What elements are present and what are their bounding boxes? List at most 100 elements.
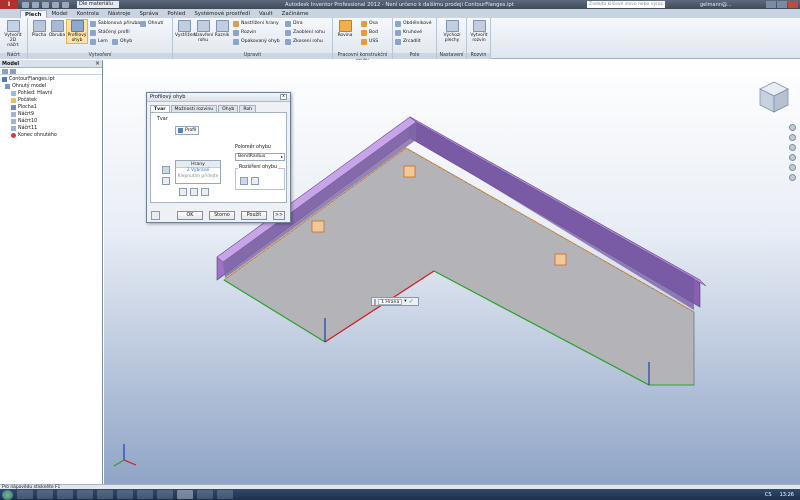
cancel-button[interactable]: Storno [209,211,235,220]
fold-button[interactable]: Ohnutí [140,20,163,28]
redo-icon[interactable] [62,1,69,8]
unfold-button[interactable]: Rozvin [233,29,256,37]
save-icon[interactable] [42,1,49,8]
dialog-tab-unfold-options[interactable]: Možnosti rozvinu [170,105,218,112]
edge-count-dropdown[interactable]: 1 Hrana [378,298,403,305]
flange-button[interactable]: Obruba [48,20,66,38]
hole-button[interactable]: Díra [285,20,303,28]
circular-pattern-button[interactable]: Kruhové [395,29,422,37]
apply-button[interactable]: Použít [241,211,267,220]
edges-selection-box[interactable]: Hrany 2 Vybrané Klepnutím přidejte [175,160,221,184]
clock[interactable]: 13:26 [780,492,794,498]
face-button[interactable]: Plocha [30,20,48,38]
dialog-tab-shape[interactable]: Tvar [150,105,170,112]
cut-button[interactable]: Vystřižení [175,20,197,38]
tab-model[interactable]: Model [48,10,72,18]
axis-button[interactable]: Osa [361,20,378,28]
point-button[interactable]: Bod [361,29,378,37]
tree-item-view[interactable]: Pohled: Hlavní [1,90,101,97]
loop-mode-button[interactable] [162,177,170,185]
taskbar-app-explorer[interactable] [17,490,33,499]
more-button[interactable]: >> [273,211,285,220]
tree-item-folded-model[interactable]: Ohnutý model [1,83,101,90]
taskbar-app-media[interactable] [37,490,53,499]
offset-button[interactable] [190,188,198,196]
dialog-close-button[interactable]: x [280,94,287,100]
rolled-profile-button[interactable]: Stáčený profil [90,29,130,37]
corner-seam-button[interactable]: Uzavření rohu [194,20,213,43]
taskbar-app-inventor[interactable] [177,490,193,499]
plane-button[interactable]: Rovina [336,20,354,38]
help-icon[interactable] [151,211,160,220]
apply-check-icon[interactable]: ✓ [409,298,414,305]
bend-button[interactable]: Ohyb [112,38,132,46]
close-button[interactable] [788,1,798,8]
chevron-down-icon[interactable]: ▾ [404,299,406,304]
taskbar-app-paint[interactable] [117,490,133,499]
look-at-icon[interactable] [788,164,796,171]
edge-glyph-left[interactable] [311,220,325,233]
tree-item-face[interactable]: Plocha1 [1,104,101,111]
bend-radius-select[interactable]: BendRadius ▸ [235,153,285,161]
taskbar-app-folder[interactable] [197,490,213,499]
material-combo[interactable]: Dle materiálu [77,1,119,8]
hem-button[interactable]: Lem [90,38,108,46]
corner-chamfer-button[interactable]: Zkosení rohu [285,38,323,46]
mirror-button[interactable]: Zrcadlit [395,38,421,46]
new-icon[interactable] [22,1,29,8]
tab-systemove-prostredi[interactable]: Systémové prostředí [190,10,254,18]
taskbar-app-acrobat[interactable] [77,490,93,499]
grip-handle[interactable] [374,298,376,305]
tab-nastroje[interactable]: Nástroje [104,10,134,18]
orbit-icon[interactable] [788,154,796,161]
taskbar-app-firefox[interactable] [157,490,173,499]
symmetric-button[interactable] [201,188,209,196]
ucs-button[interactable]: USS [361,38,378,46]
language-indicator[interactable]: CS [765,492,772,498]
tab-sprava[interactable]: Správa [135,10,162,18]
edge-glyph-top[interactable] [403,165,416,178]
start-button[interactable] [2,489,13,500]
contour-flange-button[interactable]: Profilový ohyb [66,19,88,44]
zoom-icon[interactable] [788,144,796,151]
tab-plech[interactable]: Plech [20,10,47,18]
tree-item-sketch9[interactable]: Náčrt9 [1,111,101,118]
rectangular-pattern-button[interactable]: Obdélníkové [395,20,432,28]
undo-icon[interactable] [52,1,59,8]
search-input[interactable]: Zadejte klíčové slovo nebo výraz [587,1,665,8]
tree-item-sketch11[interactable]: Náčrt11 [1,125,101,132]
edge-mode-button[interactable] [162,166,170,174]
tab-pohled[interactable]: Pohled [163,10,189,18]
dialog-title-bar[interactable]: Profilový ohyb x [147,93,290,102]
dialog-tab-bend[interactable]: Ohyb [218,105,239,112]
pan-icon[interactable] [788,134,796,141]
open-icon[interactable] [32,1,39,8]
zoom-all-icon[interactable] [788,174,796,181]
tab-zaciname[interactable]: Začínáme [278,10,313,18]
profile-select-button[interactable]: Profil [175,126,200,135]
rip-button[interactable]: Nastřižení hrany [233,20,279,28]
edge-glyph-right[interactable] [554,253,567,266]
ok-button[interactable]: OK [177,211,203,220]
user-name[interactable]: gelmann@... [700,2,732,8]
maximize-button[interactable] [777,1,787,8]
refold-button[interactable]: Opakovaný ohyb [233,38,280,46]
steering-wheel-icon[interactable] [788,124,796,131]
edges-add-hint[interactable]: Klepnutím přidejte [176,174,220,180]
corner-round-button[interactable]: Zaoblení rohu [285,29,325,37]
tree-item-end-of-folded[interactable]: Konec ohnutého [1,132,101,139]
viewcube[interactable] [756,78,792,118]
dialog-tab-corner[interactable]: Roh [239,105,257,112]
create-flat-pattern-button[interactable]: Vytvořit rozvin [470,20,488,43]
taskbar-app-other[interactable] [217,490,233,499]
taskbar-app-chrome[interactable] [57,490,73,499]
taskbar-app-word[interactable] [97,490,113,499]
create-2d-sketch-button[interactable]: Vytvořit 2D náčrt [4,20,22,48]
browser-header[interactable]: Model × [0,60,102,68]
search-icon[interactable] [10,69,16,74]
minimize-button[interactable] [766,1,776,8]
extent-align-button[interactable] [240,177,248,185]
tree-item-sketch10[interactable]: Náčrt10 [1,118,101,125]
filter-icon[interactable] [2,69,8,74]
inventor-logo[interactable]: I [0,0,18,9]
